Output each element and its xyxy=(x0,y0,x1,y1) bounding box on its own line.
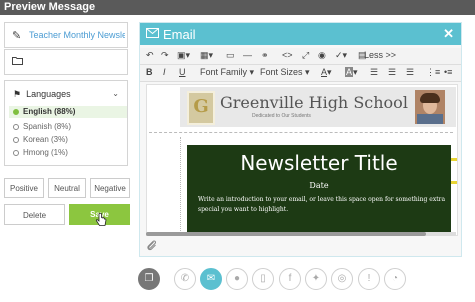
positive-button[interactable]: Positive xyxy=(4,178,44,198)
language-item-spanish[interactable]: Spanish (8%) xyxy=(13,122,71,131)
close-icon[interactable]: ✕ xyxy=(443,26,454,42)
language-item-hmong[interactable]: Hmong (1%) xyxy=(13,148,68,157)
horizontal-rule-icon[interactable]: — xyxy=(243,50,252,60)
subject-field[interactable]: ✎ Teacher Monthly Newsletter xyxy=(4,22,128,48)
redo-icon[interactable]: ↷ xyxy=(161,50,169,61)
hand-cursor-icon xyxy=(95,213,107,226)
italic-icon[interactable]: I xyxy=(163,67,166,77)
email-title: Email xyxy=(163,27,196,42)
folder-field[interactable] xyxy=(4,49,128,75)
paste-icon[interactable]: ▣▾ xyxy=(177,50,190,61)
table-icon[interactable]: ▦▾ xyxy=(200,50,213,61)
newsletter-intro: Write an introduction to your email, or … xyxy=(198,196,446,213)
font-family-select[interactable]: Font Family ▾ xyxy=(200,67,254,78)
fullscreen-icon[interactable]: ⤢ xyxy=(302,50,309,61)
window-titlebar: Preview Message xyxy=(0,0,475,15)
folder-icon xyxy=(12,56,23,68)
radio-icon xyxy=(13,150,19,156)
drag-handle[interactable] xyxy=(451,181,457,184)
radio-icon xyxy=(13,137,19,143)
school-name: Greenville High School xyxy=(220,93,408,112)
preview-icon[interactable]: ◉ xyxy=(318,50,326,61)
language-item-english[interactable]: English (88%) xyxy=(9,106,127,118)
bullet-list-icon[interactable]: •≡ xyxy=(444,67,452,77)
chevron-down-icon[interactable]: ⌄ xyxy=(112,89,119,98)
newsletter-date: Date xyxy=(309,181,329,190)
highlight-color-icon[interactable]: A▾ xyxy=(345,67,358,78)
email-header: Email ✕ xyxy=(140,23,461,45)
image-icon[interactable]: ▭ xyxy=(226,50,235,61)
attachment-icon[interactable] xyxy=(146,239,157,255)
languages-header[interactable]: ⚑ Languages xyxy=(13,89,71,100)
scrollbar-thumb[interactable] xyxy=(146,232,426,236)
language-item-korean[interactable]: Korean (3%) xyxy=(13,135,68,144)
languages-panel: ⚑ Languages ⌄ English (88%) Spanish (8%) … xyxy=(4,80,128,166)
phone-icon[interactable]: ✆ xyxy=(174,268,196,290)
align-center-icon[interactable]: ☰ xyxy=(388,67,396,78)
font-color-icon[interactable]: A▾ xyxy=(321,67,332,78)
spellcheck-icon[interactable]: ✓▾ xyxy=(335,50,347,61)
chat-icon[interactable]: ● xyxy=(226,268,248,290)
link-icon[interactable]: ⚭ xyxy=(261,50,269,61)
underline-icon[interactable]: U xyxy=(179,67,186,77)
check-icon xyxy=(13,109,19,115)
horizontal-scrollbar[interactable] xyxy=(146,232,456,236)
undo-icon[interactable]: ↶ xyxy=(146,50,154,61)
rss-icon[interactable]: ◔ xyxy=(384,268,406,290)
bold-icon[interactable]: B xyxy=(146,67,153,77)
email-panel: Email ✕ ↶ ↷ ▣▾ ▦▾ ▭ — ⚭ <> ⤢ ◉ ✓▾ ▤ Less… xyxy=(139,22,462,257)
align-left-icon[interactable]: ☰ xyxy=(370,67,378,78)
twitter-icon[interactable]: ✦ xyxy=(305,268,327,290)
negative-button[interactable]: Negative xyxy=(90,178,130,198)
envelope-icon xyxy=(146,28,159,41)
toolbar-row-1: ↶ ↷ ▣▾ ▦▾ ▭ — ⚭ <> ⤢ ◉ ✓▾ ▤ Less >> xyxy=(140,48,461,65)
email-icon[interactable]: ✉ xyxy=(200,268,222,290)
less-button[interactable]: Less >> xyxy=(364,50,396,60)
numbered-list-icon[interactable]: ⋮≡ xyxy=(426,67,440,78)
neutral-button[interactable]: Neutral xyxy=(48,178,86,198)
toolbar-row-2: B I U Font Family ▾ Font Sizes ▾ A▾ A▾ ☰… xyxy=(140,65,461,82)
subject-text: Teacher Monthly Newsletter xyxy=(29,30,125,40)
column-guide xyxy=(154,137,181,235)
code-icon[interactable]: <> xyxy=(282,50,293,60)
copy-icon[interactable]: ❐ xyxy=(138,268,160,290)
mobile-icon[interactable]: ▯ xyxy=(252,268,274,290)
drag-handle[interactable] xyxy=(451,158,457,161)
align-right-icon[interactable]: ☰ xyxy=(406,67,414,78)
translate-icon: ⚑ xyxy=(13,89,22,99)
student-photo xyxy=(415,90,445,124)
email-editor[interactable]: G Greenville High School Dedicated to Ou… xyxy=(146,84,458,236)
alert-icon[interactable]: ! xyxy=(358,268,380,290)
font-size-select[interactable]: Font Sizes ▾ xyxy=(260,67,310,78)
school-logo: G xyxy=(187,91,215,125)
section-divider xyxy=(149,132,453,133)
facebook-icon[interactable]: f xyxy=(279,268,301,290)
web-icon[interactable]: ◎ xyxy=(331,268,353,290)
radio-icon xyxy=(13,124,19,130)
school-tagline: Dedicated to Our Students xyxy=(252,113,311,119)
newsletter-title: Newsletter Title xyxy=(240,151,398,175)
edit-icon: ✎ xyxy=(12,30,22,42)
newsletter-board: Newsletter Title Date Write an introduct… xyxy=(187,145,451,235)
window-title: Preview Message xyxy=(4,1,96,13)
delete-button[interactable]: Delete xyxy=(4,204,65,225)
